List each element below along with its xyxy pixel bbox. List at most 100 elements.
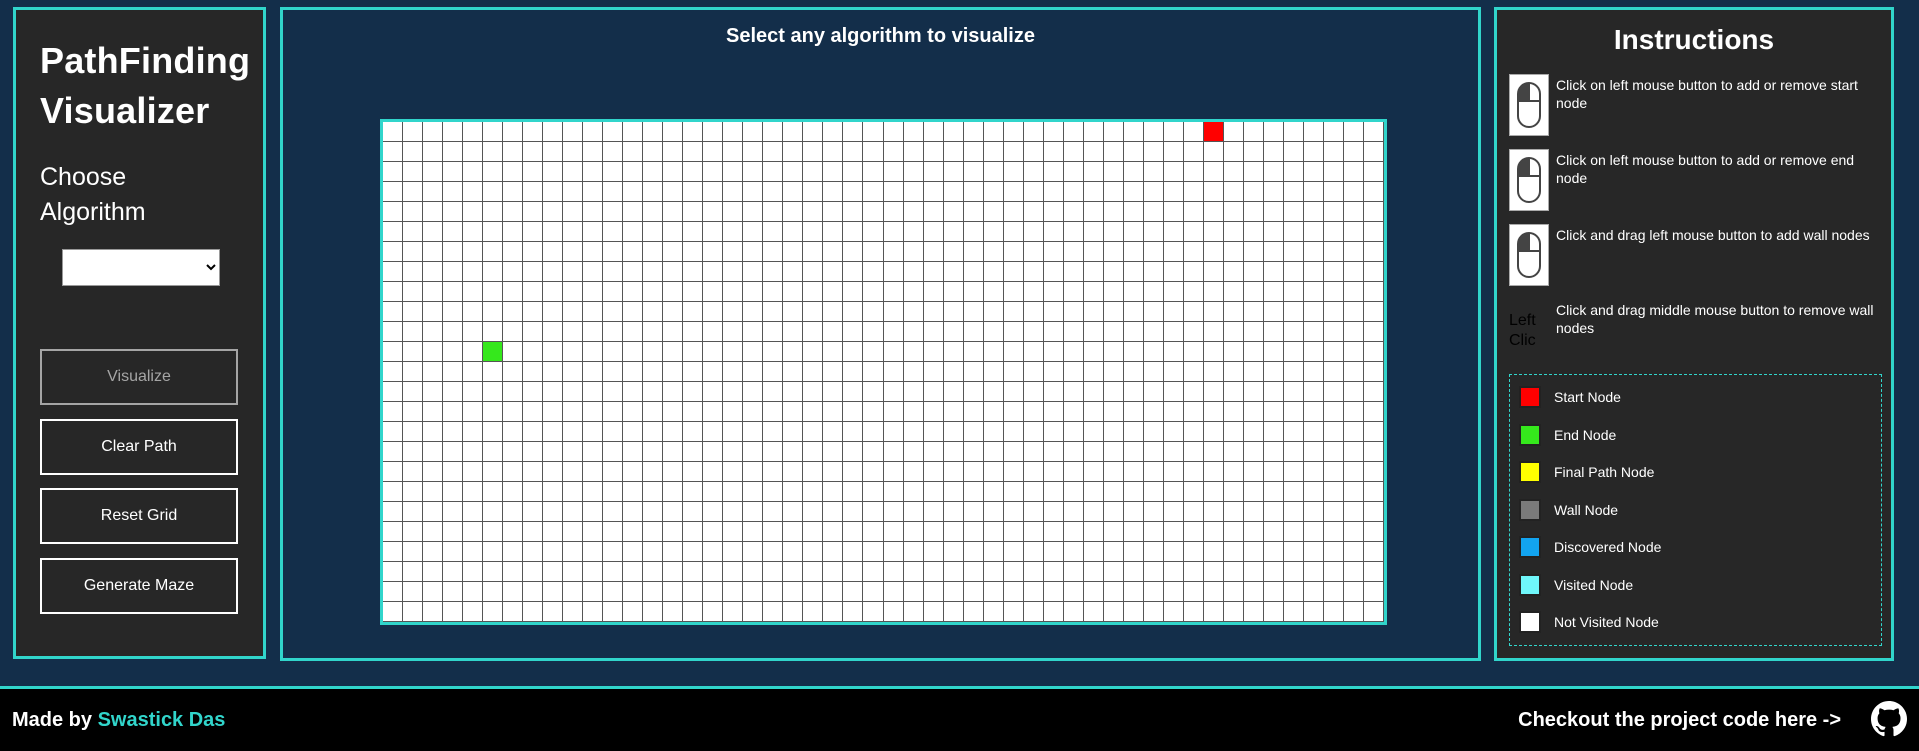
grid-cell[interactable] (583, 262, 604, 282)
grid-cell[interactable] (1063, 162, 1084, 182)
grid-cell[interactable] (383, 222, 404, 242)
grid-cell[interactable] (1223, 402, 1244, 422)
grid-cell[interactable] (803, 262, 824, 282)
grid-cell[interactable] (1363, 142, 1384, 162)
grid-cell[interactable] (663, 202, 684, 222)
grid-cell[interactable] (563, 562, 584, 582)
grid-cell[interactable] (1243, 342, 1264, 362)
grid-cell[interactable] (1323, 122, 1344, 142)
grid-cell[interactable] (483, 302, 504, 322)
grid-cell[interactable] (763, 602, 784, 622)
grid-cell[interactable] (563, 522, 584, 542)
grid-cell[interactable] (743, 582, 764, 602)
grid-cell[interactable] (583, 482, 604, 502)
grid-cell[interactable] (1343, 382, 1364, 402)
grid-cell[interactable] (1163, 582, 1184, 602)
grid-cell[interactable] (1263, 322, 1284, 342)
grid-cell[interactable] (423, 422, 444, 442)
grid-cell[interactable] (1003, 242, 1024, 262)
grid-cell[interactable] (743, 182, 764, 202)
grid-cell[interactable] (543, 142, 564, 162)
grid-cell[interactable] (1343, 122, 1364, 142)
grid-cell[interactable] (1203, 402, 1224, 422)
grid-cell[interactable] (443, 522, 464, 542)
author-link[interactable]: Swastick Das (98, 709, 226, 731)
grid-cell[interactable] (1103, 482, 1124, 502)
grid-cell[interactable] (1063, 562, 1084, 582)
grid-cell[interactable] (543, 262, 564, 282)
grid-cell[interactable] (1283, 122, 1304, 142)
grid-cell[interactable] (1243, 222, 1264, 242)
grid-cell[interactable] (1103, 142, 1124, 162)
grid-cell[interactable] (803, 382, 824, 402)
grid-cell[interactable] (1243, 402, 1264, 422)
grid-cell[interactable] (543, 602, 564, 622)
grid-cell[interactable] (923, 282, 944, 302)
grid-cell[interactable] (423, 262, 444, 282)
grid-cell[interactable] (923, 222, 944, 242)
grid-cell[interactable] (523, 402, 544, 422)
grid-cell[interactable] (1023, 542, 1044, 562)
grid-cell[interactable] (1183, 202, 1204, 222)
grid-cell[interactable] (443, 182, 464, 202)
grid-cell[interactable] (683, 242, 704, 262)
grid-cell[interactable] (703, 462, 724, 482)
grid-cell[interactable] (683, 262, 704, 282)
grid-cell[interactable] (403, 182, 424, 202)
grid-cell[interactable] (1323, 182, 1344, 202)
grid-cell[interactable] (763, 242, 784, 262)
grid-cell[interactable] (823, 502, 844, 522)
grid-cell[interactable] (763, 562, 784, 582)
grid-cell[interactable] (883, 482, 904, 502)
grid-cell[interactable] (1243, 202, 1264, 222)
grid-cell[interactable] (1223, 242, 1244, 262)
grid-cell[interactable] (583, 422, 604, 442)
grid-cell[interactable] (603, 402, 624, 422)
grid-cell[interactable] (523, 222, 544, 242)
grid-cell[interactable] (963, 182, 984, 202)
grid-cell[interactable] (1283, 582, 1304, 602)
grid-cell[interactable] (543, 282, 564, 302)
grid-cell[interactable] (743, 302, 764, 322)
grid-cell[interactable] (1283, 262, 1304, 282)
grid-cell[interactable] (403, 522, 424, 542)
grid-cell[interactable] (1123, 422, 1144, 442)
grid-cell[interactable] (943, 382, 964, 402)
grid-cell[interactable] (843, 182, 864, 202)
grid-cell[interactable] (823, 242, 844, 262)
grid-cell[interactable] (723, 522, 744, 542)
grid-cell[interactable] (483, 222, 504, 242)
grid-cell[interactable] (1003, 482, 1024, 502)
grid-cell[interactable] (823, 402, 844, 422)
grid-cell[interactable] (843, 302, 864, 322)
grid-cell[interactable] (543, 122, 564, 142)
grid-cell[interactable] (383, 242, 404, 262)
grid-cell[interactable] (1183, 362, 1204, 382)
grid-cell[interactable] (463, 302, 484, 322)
grid-cell[interactable] (623, 442, 644, 462)
grid-cell[interactable] (943, 562, 964, 582)
grid-cell[interactable] (403, 482, 424, 502)
grid-cell[interactable] (1123, 442, 1144, 462)
grid-cell[interactable] (763, 582, 784, 602)
grid-cell[interactable] (863, 202, 884, 222)
grid-cell[interactable] (463, 162, 484, 182)
grid-cell[interactable] (1163, 482, 1184, 502)
grid-cell[interactable] (443, 162, 464, 182)
grid-cell[interactable] (1003, 182, 1024, 202)
grid-cell[interactable] (903, 142, 924, 162)
grid-cell[interactable] (563, 262, 584, 282)
grid-cell[interactable] (563, 542, 584, 562)
grid-cell[interactable] (643, 422, 664, 442)
grid-cell[interactable] (563, 322, 584, 342)
grid-cell[interactable] (1043, 522, 1064, 542)
grid-cell[interactable] (483, 602, 504, 622)
grid-cell[interactable] (823, 542, 844, 562)
grid-cell[interactable] (1143, 222, 1164, 242)
grid-cell[interactable] (623, 182, 644, 202)
grid-cell[interactable] (543, 322, 564, 342)
grid-cell[interactable] (863, 462, 884, 482)
grid-cell[interactable] (1003, 122, 1024, 142)
grid-cell[interactable] (703, 262, 724, 282)
grid-cell[interactable] (823, 282, 844, 302)
